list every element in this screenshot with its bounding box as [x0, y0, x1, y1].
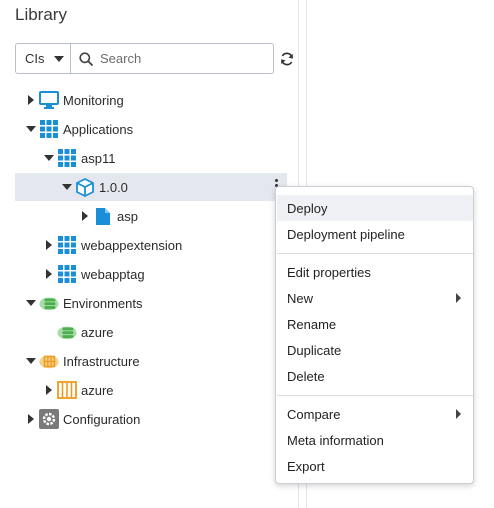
refresh-button[interactable]: [278, 50, 296, 68]
type-filter-select[interactable]: CIs: [16, 44, 71, 73]
search-icon: [79, 51, 93, 66]
environments-icon: [39, 293, 59, 313]
infrastructure-host-icon: [57, 380, 77, 400]
tree-node-env-azure[interactable]: azure: [43, 318, 114, 346]
library-panel: Library CIs Monitoring: [0, 0, 306, 508]
tree-node-configuration[interactable]: Configuration: [25, 405, 140, 433]
expand-arrow-icon[interactable]: [43, 239, 55, 251]
menu-divider: [277, 395, 473, 396]
collapse-arrow-icon[interactable]: [61, 181, 73, 193]
menu-item-rename[interactable]: Rename: [277, 311, 473, 337]
tree-node-label: webappextension: [81, 237, 183, 253]
tree-node-infrastructure[interactable]: Infrastructure: [25, 347, 140, 375]
menu-divider: [277, 253, 473, 254]
tree-node-infra-azure[interactable]: azure: [43, 376, 114, 404]
panel-title: Library: [15, 5, 67, 24]
type-filter-value: CIs: [25, 51, 45, 66]
environment-icon: [57, 322, 77, 342]
expand-arrow-icon[interactable]: [43, 384, 55, 396]
tree-node-monitoring[interactable]: Monitoring: [25, 86, 124, 114]
search-bar: CIs: [15, 43, 274, 74]
infrastructure-icon: [39, 351, 59, 371]
tree-node-version-selected[interactable]: 1.0.0: [15, 173, 287, 201]
tree-node-label: Applications: [63, 121, 134, 137]
menu-item-label: Delete: [287, 368, 325, 384]
menu-item-label: Duplicate: [287, 342, 342, 358]
tree-node-asp11[interactable]: asp11: [43, 144, 115, 172]
menu-item-edit-properties[interactable]: Edit properties: [277, 259, 473, 285]
menu-item-compare[interactable]: Compare: [277, 401, 473, 427]
application-grid-icon: [57, 235, 77, 255]
menu-item-duplicate[interactable]: Duplicate: [277, 337, 473, 363]
menu-item-export[interactable]: Export: [277, 453, 473, 479]
search-input[interactable]: [100, 51, 260, 66]
tree-node-label: webapptag: [81, 266, 145, 282]
tree-node-webappextension[interactable]: webappextension: [43, 231, 182, 259]
tree-node-webapptag[interactable]: webapptag: [43, 260, 145, 288]
menu-item-deploy[interactable]: Deploy: [277, 195, 473, 221]
gear-icon: [39, 409, 59, 429]
collapse-arrow-icon[interactable]: [43, 152, 55, 164]
menu-item-label: Compare: [287, 406, 341, 422]
menu-item-label: Deploy: [287, 200, 328, 216]
tree-node-label: Monitoring: [63, 92, 124, 108]
tree-node-label: asp: [117, 208, 138, 224]
expand-arrow-icon[interactable]: [25, 413, 37, 425]
menu-item-label: Deployment pipeline: [287, 226, 405, 242]
menu-item-meta-information[interactable]: Meta information: [277, 427, 473, 453]
tree-node-label: Infrastructure: [63, 353, 140, 369]
collapse-arrow-icon[interactable]: [25, 297, 37, 309]
application-grid-icon: [57, 148, 77, 168]
submenu-arrow-icon: [456, 409, 461, 419]
tree-node-asp-file[interactable]: asp: [79, 202, 138, 230]
menu-item-label: New: [287, 290, 314, 306]
tree-node-label: 1.0.0: [99, 179, 128, 195]
search-box: [71, 44, 273, 73]
applications-grid-icon: [39, 119, 59, 139]
menu-item-label: Edit properties: [287, 264, 371, 280]
tree-node-applications[interactable]: Applications: [25, 115, 133, 143]
refresh-icon: [281, 52, 293, 66]
tree-node-label: Environments: [63, 295, 143, 311]
submenu-arrow-icon: [456, 293, 461, 303]
tree-node-label: asp11: [81, 150, 116, 166]
menu-item-deployment-pipeline[interactable]: Deployment pipeline: [277, 221, 473, 247]
tree-node-label: azure: [81, 382, 114, 398]
menu-item-label: Rename: [287, 316, 337, 332]
menu-item-label: Export: [287, 458, 325, 474]
expand-arrow-icon[interactable]: [79, 210, 91, 222]
tree-node-environments[interactable]: Environments: [25, 289, 142, 317]
tree-node-label: Configuration: [63, 411, 141, 427]
menu-item-label: Meta information: [287, 432, 384, 448]
collapse-arrow-icon[interactable]: [25, 355, 37, 367]
file-icon: [93, 206, 113, 226]
menu-item-delete[interactable]: Delete: [277, 363, 473, 389]
monitor-icon: [39, 90, 59, 110]
expand-arrow-icon[interactable]: [25, 94, 37, 106]
menu-item-new[interactable]: New: [277, 285, 473, 311]
chevron-down-icon: [54, 56, 64, 62]
expand-arrow-icon[interactable]: [43, 268, 55, 280]
context-menu: Deploy Deployment pipeline Edit properti…: [275, 186, 474, 484]
collapse-arrow-icon[interactable]: [25, 123, 37, 135]
tree-node-label: azure: [81, 324, 114, 340]
application-grid-icon: [57, 264, 77, 284]
package-cube-icon: [75, 177, 95, 197]
